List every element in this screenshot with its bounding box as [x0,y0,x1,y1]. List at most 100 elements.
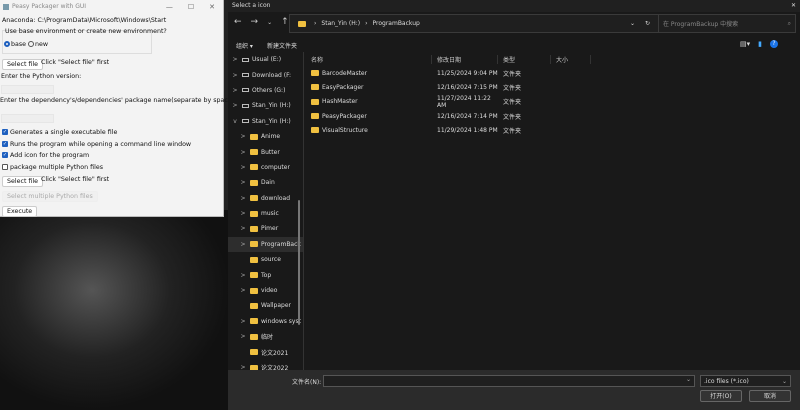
nav-item[interactable]: > download [228,191,303,206]
drive-icon [242,119,249,124]
column-type[interactable]: 类型 [498,54,551,64]
up-icon[interactable]: ↑ [281,17,289,27]
nav-item[interactable]: v Stan_Yin (H:) [228,114,303,129]
file-type: 文件夹 [503,113,522,121]
deps-input[interactable] [1,114,54,123]
nav-item[interactable]: > Usual (E:) [228,52,303,67]
select-file-button-2[interactable]: Select file [2,176,44,187]
back-icon[interactable]: ← [234,17,242,27]
nav-item[interactable]: > Others (G:) [228,83,303,98]
forward-icon[interactable]: → [251,17,259,27]
file-row[interactable]: HashMaster 11/27/2024 11:22 AM 文件夹 [306,95,800,109]
expand-chevron-icon[interactable]: > [236,287,250,294]
dialog-footer: 文件名(N): ⌄ .ico files (*.ico) ⌄ 打开(O) 取消 [228,370,800,410]
file-row[interactable]: VisualStructure 11/29/2024 1:48 PM 文件夹 [306,123,800,137]
nav-item[interactable]: > Download (F: [228,67,303,82]
expand-chevron-icon[interactable]: > [236,333,250,340]
preview-pane-icon[interactable]: ▮ [758,40,762,48]
expand-chevron-icon[interactable]: > [236,241,250,248]
expand-chevron-icon[interactable]: > [236,133,250,140]
breadcrumb-drive[interactable]: Stan_Yin (H:) [321,20,360,27]
folder-icon [250,133,258,140]
nav-item[interactable]: > computer [228,160,303,175]
file-row[interactable]: BarcodeMaster 11/25/2024 9:04 PM 文件夹 [306,66,800,80]
folder-icon [311,113,319,120]
expand-chevron-icon[interactable]: > [236,272,250,279]
background-photo [0,210,230,410]
new-folder-button[interactable]: 新建文件夹 [267,41,297,50]
expand-chevron-icon[interactable]: v [228,118,242,125]
nav-item[interactable]: > ProgramBack [228,236,303,253]
view-icon[interactable]: ▤▾ [740,40,750,48]
expand-chevron-icon[interactable]: > [236,210,250,217]
expand-chevron-icon[interactable]: > [228,72,242,79]
python-version-input[interactable] [1,85,54,94]
folder-icon [311,84,319,91]
column-name[interactable]: 名称 [306,54,432,64]
nav-item[interactable]: > video [228,283,303,298]
select-file-button[interactable]: Select file [2,59,44,70]
checkbox-icon[interactable]: ✓ [2,152,8,158]
file-type: 文件夹 [503,127,522,135]
help-icon[interactable]: ? [770,40,778,48]
expand-chevron-icon[interactable]: > [228,56,242,63]
nav-item[interactable]: 论文2021 [228,344,303,359]
cancel-button[interactable]: 取消 [749,390,791,402]
nav-item[interactable]: > Butter [228,144,303,159]
organize-button[interactable]: 组织 ▾ [236,41,253,50]
nav-item[interactable]: > Top [228,267,303,282]
file-type: 文件夹 [503,99,522,107]
expand-chevron-icon[interactable]: > [236,318,250,325]
open-button[interactable]: 打开(O) [700,390,742,402]
nav-item-label: 临时 [261,334,274,342]
nav-item[interactable]: > 论文2022 [228,360,303,370]
dialog-close-icon[interactable]: ✕ [791,2,796,10]
nav-item-label: Download (F: [252,71,292,79]
expand-chevron-icon[interactable]: > [236,179,250,186]
minimize-button[interactable]: — [166,3,173,11]
nav-item[interactable]: > 临时 [228,329,303,344]
expand-chevron-icon[interactable]: > [236,164,250,171]
expand-chevron-icon[interactable]: > [228,102,242,109]
nav-item[interactable]: > Anime [228,129,303,144]
column-size[interactable]: 大小 [551,54,591,64]
expand-chevron-icon[interactable]: > [228,87,242,94]
search-input[interactable]: 在 ProgramBackup 中搜索 ⌕ [658,14,796,33]
expand-chevron-icon[interactable]: > [236,225,250,232]
column-date[interactable]: 修改日期 [432,54,498,64]
nav-item[interactable]: > Pimer [228,221,303,236]
close-button[interactable]: ✕ [209,3,215,11]
select-multiple-button[interactable]: Select multiple Python files [2,191,98,202]
nav-item[interactable]: > windows syst [228,314,303,329]
file-row[interactable]: EasyPackager 12/16/2024 7:15 PM 文件夹 [306,80,800,94]
breadcrumb-folder[interactable]: ProgramBackup [373,20,420,27]
nav-item[interactable]: Wallpaper [228,298,303,313]
expand-chevron-icon[interactable]: > [236,195,250,202]
recent-icon[interactable]: ⌄ [267,17,272,27]
address-bar[interactable]: › Stan_Yin (H:) › ProgramBackup ⌄ ↻ [289,14,659,33]
radio-base[interactable] [4,41,10,47]
file-name: HashMaster [322,98,358,106]
checkbox-multiple[interactable] [2,164,8,170]
expand-chevron-icon[interactable]: > [236,149,250,156]
filename-input[interactable]: ⌄ [323,375,695,387]
chevron-down-icon[interactable]: ⌄ [630,20,635,27]
checkbox-console[interactable]: ✓ [2,141,8,147]
checkbox-single-exe[interactable]: ✓ [2,129,8,135]
folder-icon [250,179,258,186]
checkbox-label: Runs the program while opening a command… [10,141,192,148]
execute-button[interactable]: Execute [2,206,38,217]
radio-new[interactable] [28,41,35,47]
nav-item[interactable]: > Stan_Yin (H:) [228,98,303,113]
maximize-button[interactable]: ☐ [188,3,194,11]
nav-item[interactable]: > music [228,206,303,221]
file-row[interactable]: PeasyPackager 12/16/2024 7:14 PM 文件夹 [306,109,800,123]
nav-scrollbar[interactable] [298,200,300,325]
nav-item[interactable]: source [228,252,303,267]
file-date: 11/29/2024 1:48 PM [437,126,498,134]
filter-dropdown[interactable]: .ico files (*.ico) ⌄ [700,375,791,387]
window-title: Peasy Packager with GUI [12,3,87,10]
nav-item[interactable]: > Dain [228,175,303,190]
folder-icon [311,98,319,105]
refresh-icon[interactable]: ↻ [645,20,650,27]
